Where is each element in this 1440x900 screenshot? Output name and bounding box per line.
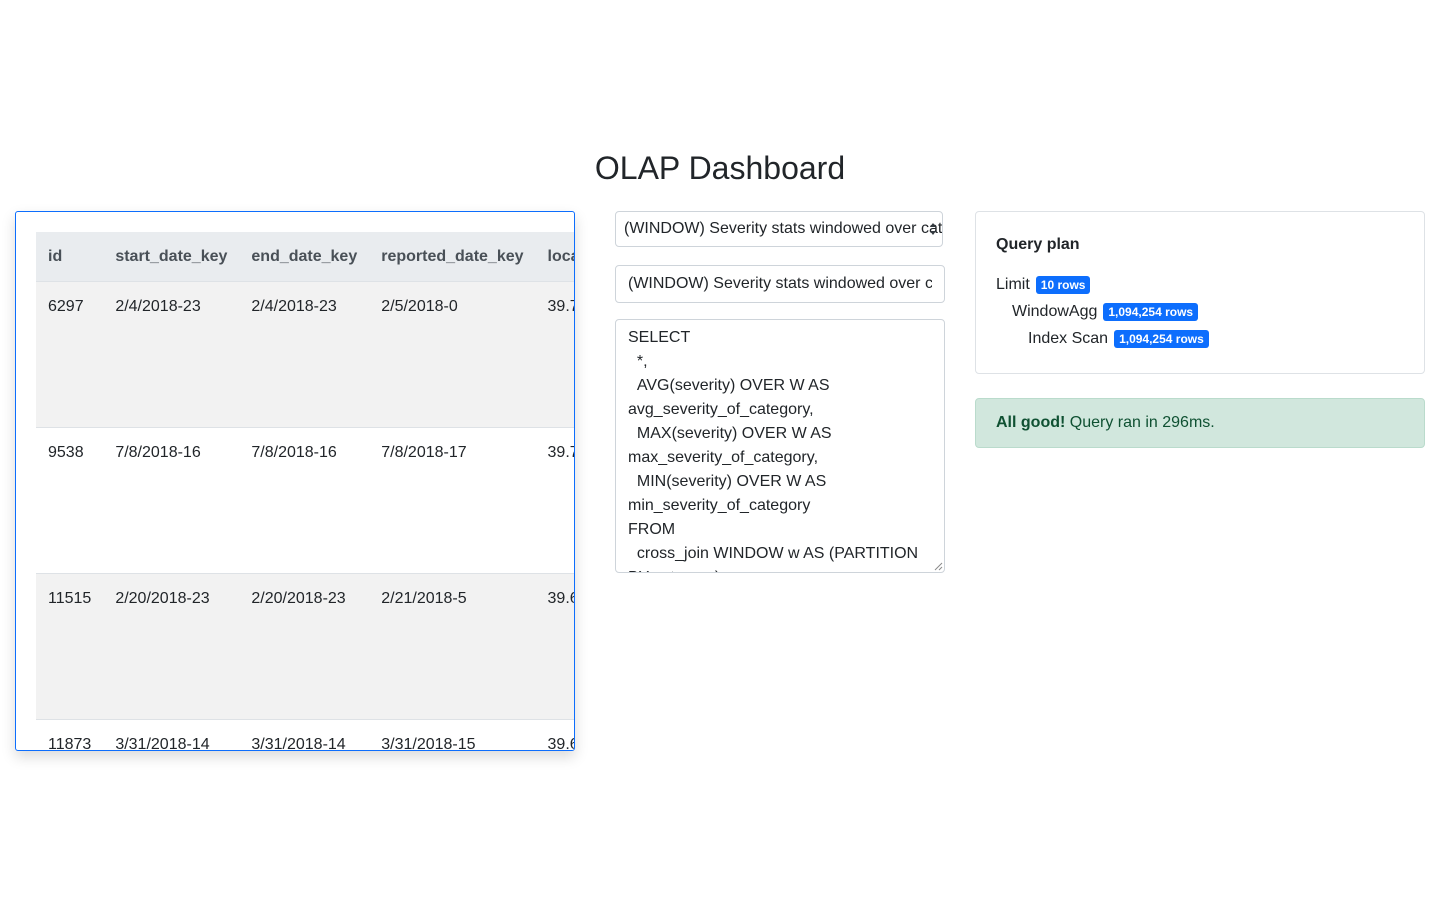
sql-editor[interactable]: SELECT *, AVG(severity) OVER W AS avg_se… — [615, 319, 945, 573]
table-row: 9538 7/8/2018-16 7/8/2018-16 7/8/2018-17… — [36, 427, 574, 574]
plan-node-windowagg: WindowAgg 1,094,254 rows — [1012, 303, 1199, 321]
cell-reported-date-key: 2/5/2018-0 — [369, 281, 536, 428]
query-plan-card: Query plan Limit 10 rows WindowAgg 1,094… — [975, 211, 1425, 374]
status-alert-strong: All good! — [996, 414, 1066, 431]
column-header-end-date-key[interactable]: end_date_key — [239, 232, 370, 282]
cell-id: 9538 — [36, 427, 104, 574]
plan-node-label: Limit — [996, 276, 1030, 293]
row-count-badge: 1,094,254 rows — [1114, 330, 1209, 348]
cell-end-date-key: 3/31/2018-14 — [239, 719, 370, 750]
cell-location: 39.65 — [535, 573, 574, 720]
table-header-row: id start_date_key end_date_key reported_… — [36, 232, 574, 282]
table-row: 11515 2/20/2018-23 2/20/2018-23 2/21/201… — [36, 573, 574, 720]
cell-id: 11873 — [36, 719, 104, 750]
status-alert-message: Query ran in 296ms. — [1065, 414, 1215, 431]
cell-end-date-key: 2/20/2018-23 — [239, 573, 370, 720]
select-arrows-icon — [930, 223, 936, 235]
results-table-scroll[interactable]: id start_date_key end_date_key reported_… — [36, 232, 574, 750]
cell-location: 39.67 — [535, 719, 574, 750]
column-header-location[interactable]: location — [535, 232, 574, 282]
row-count-badge: 1,094,254 rows — [1103, 303, 1199, 321]
column-header-reported-date-key[interactable]: reported_date_key — [369, 232, 536, 282]
cell-reported-date-key: 2/21/2018-5 — [369, 573, 536, 720]
plan-node-limit: Limit 10 rows — [996, 276, 1091, 294]
query-select-value: (WINDOW) Severity stats windowed over ca… — [624, 220, 943, 237]
query-name-input[interactable] — [615, 265, 945, 303]
column-header-id[interactable]: id — [36, 232, 104, 282]
resize-grip-icon[interactable] — [933, 561, 943, 571]
plan-node-label: WindowAgg — [1012, 303, 1098, 320]
cell-end-date-key: 2/4/2018-23 — [239, 281, 370, 428]
cell-reported-date-key: 3/31/2018-15 — [369, 719, 536, 750]
cell-id: 11515 — [36, 573, 104, 720]
cell-start-date-key: 2/4/2018-23 — [103, 281, 240, 428]
plan-node-index-scan: Index Scan 1,094,254 rows — [1028, 330, 1209, 348]
query-plan-title: Query plan — [996, 236, 1080, 253]
column-header-start-date-key[interactable]: start_date_key — [103, 232, 240, 282]
cell-location: 39.71 — [535, 281, 574, 428]
results-table-card[interactable]: id start_date_key end_date_key reported_… — [15, 211, 575, 751]
table-row: 11873 3/31/2018-14 3/31/2018-14 3/31/201… — [36, 719, 574, 750]
table-row: 6297 2/4/2018-23 2/4/2018-23 2/5/2018-0 … — [36, 281, 574, 428]
row-count-badge: 10 rows — [1035, 276, 1091, 294]
cell-start-date-key: 7/8/2018-16 — [103, 427, 240, 574]
status-alert: All good! Query ran in 296ms. — [975, 398, 1425, 448]
cell-end-date-key: 7/8/2018-16 — [239, 427, 370, 574]
query-select[interactable]: (WINDOW) Severity stats windowed over ca… — [615, 211, 943, 247]
cell-start-date-key: 3/31/2018-14 — [103, 719, 240, 750]
cell-id: 6297 — [36, 281, 104, 428]
page-title: OLAP Dashboard — [594, 150, 846, 186]
results-table: id start_date_key end_date_key reported_… — [36, 232, 574, 750]
cell-start-date-key: 2/20/2018-23 — [103, 573, 240, 720]
cell-reported-date-key: 7/8/2018-17 — [369, 427, 536, 574]
cell-location: 39.74 — [535, 427, 574, 574]
plan-node-label: Index Scan — [1028, 330, 1109, 347]
